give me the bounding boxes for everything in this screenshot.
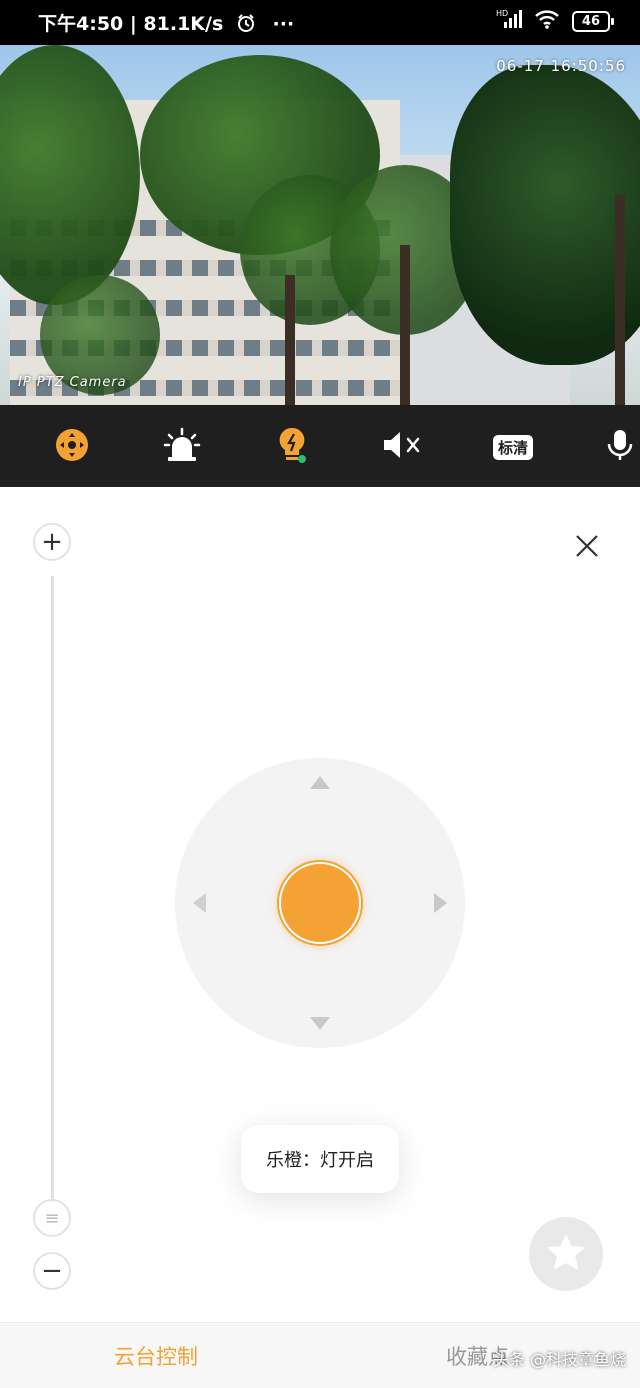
handle-lines-icon: ≡ <box>44 1207 60 1229</box>
arrow-down-icon[interactable] <box>310 1017 330 1030</box>
microphone-button[interactable] <box>604 427 640 467</box>
joystick-knob[interactable] <box>279 862 361 944</box>
network-tag: HD <box>496 9 508 18</box>
ptz-control-button[interactable] <box>52 427 92 467</box>
arrow-left-icon[interactable] <box>193 893 206 913</box>
wifi-icon <box>534 9 560 33</box>
camera-toolbar: 标清 <box>0 405 640 487</box>
arrow-up-icon[interactable] <box>310 776 330 789</box>
signal-icon: HD <box>496 8 522 34</box>
watermark: 头条 @科技章鱼烧 <box>492 1350 626 1369</box>
siren-button[interactable] <box>162 427 202 467</box>
mute-icon <box>381 428 423 466</box>
camera-label: IP PTZ Camera <box>18 375 127 390</box>
camera-feed[interactable]: 06-17 16:50:56 IP PTZ Camera <box>0 45 640 405</box>
zoom-out-button[interactable]: − <box>33 1252 71 1290</box>
more-dots-icon: ··· <box>272 13 295 35</box>
microphone-icon <box>604 427 634 467</box>
light-status-toast: 乐橙：灯开启 <box>241 1125 399 1193</box>
quality-button[interactable]: 标清 <box>490 427 536 467</box>
close-icon <box>575 534 599 562</box>
add-favorite-button[interactable] <box>529 1217 603 1291</box>
alarm-clock-icon <box>236 13 256 35</box>
mute-button[interactable] <box>382 427 422 467</box>
light-bulb-icon <box>275 426 309 468</box>
ptz-control-icon <box>54 427 90 467</box>
siren-icon <box>163 427 201 467</box>
close-button[interactable] <box>572 533 602 563</box>
status-bar: 下午4:50 | 81.1K/s ··· HD 46 <box>0 0 640 45</box>
zoom-in-button[interactable]: + <box>33 523 71 561</box>
tab-ptz-control[interactable]: 云台控制 <box>114 1341 198 1371</box>
minus-icon: − <box>41 1256 63 1286</box>
camera-timestamp: 06-17 16:50:56 <box>496 57 626 75</box>
status-time-speed: 下午4:50 | 81.1K/s <box>38 13 224 35</box>
quality-icon: 标清 <box>492 434 533 460</box>
battery-indicator: 46 <box>571 10 615 32</box>
zoom-slider-handle[interactable]: ≡ <box>33 1199 71 1237</box>
plus-icon: + <box>41 527 63 557</box>
toast-text: 乐橙：灯开启 <box>266 1150 374 1171</box>
zoom-slider-track[interactable] <box>51 576 54 1206</box>
star-icon <box>547 1234 585 1274</box>
arrow-right-icon[interactable] <box>434 893 447 913</box>
light-button[interactable] <box>272 427 312 467</box>
